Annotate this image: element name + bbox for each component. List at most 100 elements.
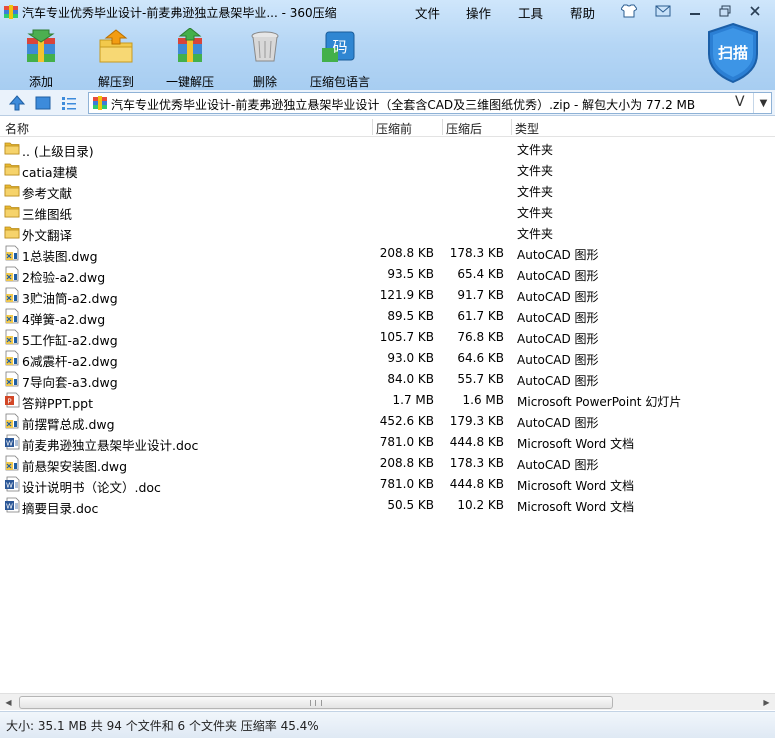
- list-view-icon[interactable]: [60, 94, 78, 112]
- file-type: 文件夹: [517, 164, 554, 178]
- close-icon[interactable]: [746, 3, 764, 19]
- file-row[interactable]: .. (上级目录) 文件夹: [0, 138, 775, 159]
- column-type[interactable]: 类型: [515, 120, 539, 137]
- size-before: 93.5 KB: [387, 267, 434, 281]
- file-row[interactable]: 7导向套-a3.dwg 84.0 KB 55.7 KB AutoCAD 图形: [0, 369, 775, 390]
- folder-icon: [4, 142, 20, 155]
- file-type: 文件夹: [517, 143, 554, 157]
- size-after: 178.3 KB: [449, 456, 504, 470]
- file-row[interactable]: W 摘要目录.doc 50.5 KB 10.2 KB Microsoft Word 文档: [0, 495, 775, 516]
- size-after: 65.4 KB: [457, 267, 504, 281]
- file-type: 文件夹: [517, 185, 554, 199]
- column-divider[interactable]: [442, 119, 443, 135]
- file-row[interactable]: 前摆臂总成.dwg 452.6 KB 179.3 KB AutoCAD 图形: [0, 411, 775, 432]
- column-after-size[interactable]: 压缩后: [446, 120, 482, 137]
- svg-text:W: W: [6, 440, 13, 448]
- size-before: 208.8 KB: [379, 456, 434, 470]
- horizontal-scrollbar[interactable]: ◀ ▶: [0, 693, 775, 710]
- file-row[interactable]: 6减震杆-a2.dwg 93.0 KB 64.6 KB AutoCAD 图形: [0, 348, 775, 369]
- archive-language-button[interactable]: 码 压缩包语言: [308, 28, 372, 89]
- file-row[interactable]: W 设计说明书（论文）.doc 781.0 KB 444.8 KB Microsoft …: [0, 474, 775, 495]
- menu-help[interactable]: 帮助: [570, 3, 595, 22]
- address-bar[interactable]: 汽车专业优秀毕业设计-前麦弗逊独立悬架毕业设计（全套含CAD及三维图纸优秀）.z…: [88, 92, 772, 114]
- file-type: Microsoft PowerPoint 幻灯片: [517, 395, 682, 409]
- dwg-file-icon: [5, 308, 19, 324]
- address-path: 汽车专业优秀毕业设计-前麦弗逊独立悬架毕业设计（全套含CAD及三维图纸优秀）.z…: [111, 98, 696, 112]
- message-icon[interactable]: [654, 3, 672, 19]
- delete-button[interactable]: 删除: [246, 28, 284, 89]
- folder-icon: [4, 184, 20, 197]
- restore-icon[interactable]: [716, 3, 734, 19]
- add-archive-icon: [27, 29, 55, 62]
- zip-archive-icon: [93, 96, 107, 110]
- size-after: 91.7 KB: [457, 288, 504, 302]
- app-icon: [4, 5, 18, 19]
- size-before: 781.0 KB: [379, 477, 434, 491]
- file-row[interactable]: 3贮油筒-a2.dwg 121.9 KB 91.7 KB AutoCAD 图形: [0, 285, 775, 306]
- file-name: 设计说明书（论文）.doc: [22, 480, 161, 495]
- file-row[interactable]: P 答辩PPT.ppt 1.7 MB 1.6 MB Microsoft PowerPoi…: [0, 390, 775, 411]
- address-dropdown-chevron-down-icon[interactable]: ▼: [753, 93, 773, 113]
- size-after: 10.2 KB: [457, 498, 504, 512]
- size-after: 76.8 KB: [457, 330, 504, 344]
- file-row[interactable]: 5工作缸-a2.dwg 105.7 KB 76.8 KB AutoCAD 图形: [0, 327, 775, 348]
- trash-icon: [251, 31, 279, 62]
- extract-to-button[interactable]: 解压到: [94, 28, 138, 89]
- up-arrow-icon[interactable]: [8, 94, 26, 112]
- add-button[interactable]: 添加: [18, 28, 64, 89]
- title-bar[interactable]: 汽车专业优秀毕业设计-前麦弗逊独立悬架毕业... - 360压缩 文件 操作 工…: [0, 0, 775, 24]
- dwg-file-icon: [5, 413, 19, 429]
- language-icon: 码: [322, 31, 355, 62]
- file-row[interactable]: 参考文献 文件夹: [0, 180, 775, 201]
- column-divider[interactable]: [372, 119, 373, 135]
- file-type: Microsoft Word 文档: [517, 437, 635, 451]
- skin-icon[interactable]: [620, 3, 638, 19]
- file-row[interactable]: catia建模 文件夹: [0, 159, 775, 180]
- dwg-file-icon: [5, 287, 19, 303]
- column-name[interactable]: 名称: [5, 120, 29, 137]
- file-row[interactable]: 1总装图.dwg 208.8 KB 178.3 KB AutoCAD 图形: [0, 243, 775, 264]
- size-before: 452.6 KB: [379, 414, 434, 428]
- dwg-file-icon: [5, 329, 19, 345]
- file-type: AutoCAD 图形: [517, 248, 599, 262]
- size-before: 93.0 KB: [387, 351, 434, 365]
- menu-tools[interactable]: 工具: [518, 3, 543, 22]
- file-name: 1总装图.dwg: [22, 249, 98, 264]
- size-before: 84.0 KB: [387, 372, 434, 386]
- scan-button[interactable]: 扫描: [706, 22, 760, 84]
- size-after: 179.3 KB: [449, 414, 504, 428]
- column-divider[interactable]: [511, 119, 512, 135]
- shield-icon: 扫描: [708, 22, 758, 84]
- scroll-left-icon[interactable]: ◀: [0, 694, 17, 711]
- one-click-extract-button[interactable]: 一键解压: [164, 27, 216, 89]
- file-row[interactable]: W 前麦弗逊独立悬架毕业设计.doc 781.0 KB 444.8 KB Microso…: [0, 432, 775, 453]
- file-type: 文件夹: [517, 227, 554, 241]
- scroll-right-icon[interactable]: ▶: [758, 694, 775, 711]
- size-after: 178.3 KB: [449, 246, 504, 260]
- file-type: AutoCAD 图形: [517, 374, 599, 388]
- extract-to-label: 解压到: [97, 75, 134, 89]
- file-name: 答辩PPT.ppt: [22, 396, 93, 411]
- doc-file-icon: W: [5, 476, 20, 492]
- file-row[interactable]: 2检验-a2.dwg 93.5 KB 65.4 KB AutoCAD 图形: [0, 264, 775, 285]
- address-v-button[interactable]: V: [735, 94, 745, 110]
- size-after: 64.6 KB: [457, 351, 504, 365]
- file-row[interactable]: 外文翻译 文件夹: [0, 222, 775, 243]
- menu-operate[interactable]: 操作: [466, 3, 491, 22]
- large-icon-view-icon[interactable]: [34, 94, 52, 112]
- menu-file[interactable]: 文件: [415, 3, 440, 22]
- size-before: 50.5 KB: [387, 498, 434, 512]
- scrollbar-thumb[interactable]: [19, 696, 613, 709]
- dwg-file-icon: [5, 245, 19, 261]
- minimize-icon[interactable]: [686, 3, 704, 19]
- dwg-file-icon: [5, 371, 19, 387]
- one-click-extract-label: 一键解压: [165, 75, 214, 89]
- file-type: 文件夹: [517, 206, 554, 220]
- column-before-size[interactable]: 压缩前: [376, 120, 412, 137]
- file-row[interactable]: 前悬架安装图.dwg 208.8 KB 178.3 KB AutoCAD 图形: [0, 453, 775, 474]
- file-row[interactable]: 4弹簧-a2.dwg 89.5 KB 61.7 KB AutoCAD 图形: [0, 306, 775, 327]
- file-type: Microsoft Word 文档: [517, 479, 635, 493]
- file-row[interactable]: 三维图纸 文件夹: [0, 201, 775, 222]
- size-before: 208.8 KB: [379, 246, 434, 260]
- file-name: catia建模: [22, 165, 78, 180]
